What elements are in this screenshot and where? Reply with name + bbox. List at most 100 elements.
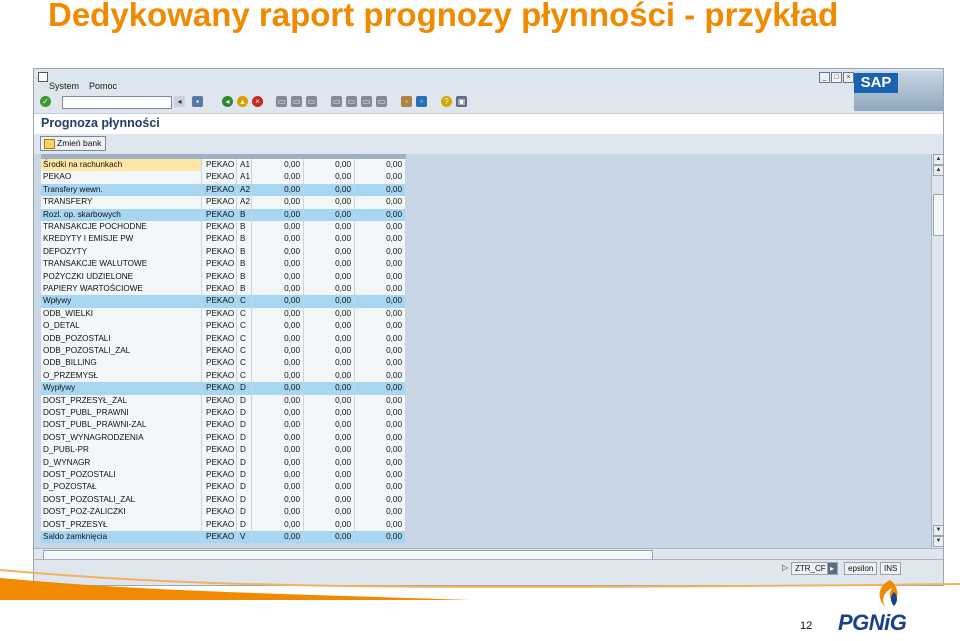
table-row[interactable]: TRANSFERY PEKAO A2 0,00 0,00 0,00 xyxy=(41,196,406,209)
row-value-1: 0,00 xyxy=(252,357,304,370)
row-bank: PEKAO xyxy=(202,258,237,271)
row-bank: PEKAO xyxy=(202,320,237,333)
command-field[interactable] xyxy=(62,96,172,109)
menu-system[interactable]: System xyxy=(49,81,79,91)
table-row[interactable]: O_DETAL PEKAO C 0,00 0,00 0,00 xyxy=(41,320,406,333)
help-icon[interactable]: ? xyxy=(441,96,452,107)
table-row[interactable]: DOST_POZOSTALI_ZAL PEKAO D 0,00 0,00 0,00 xyxy=(41,493,406,507)
row-value-2: 0,00 xyxy=(304,270,355,283)
row-value-3: 0,00 xyxy=(355,183,406,197)
cancel-icon[interactable]: × xyxy=(252,96,263,107)
row-value-2: 0,00 xyxy=(304,493,355,507)
row-group: B xyxy=(237,283,252,296)
row-value-3: 0,00 xyxy=(355,295,406,308)
row-value-3: 0,00 xyxy=(355,345,406,358)
last-page-icon[interactable]: ▭ xyxy=(376,96,387,107)
table-row[interactable]: D_WYNAGR PEKAO D 0,00 0,00 0,00 xyxy=(41,456,406,469)
row-name: ODB_WIELKI xyxy=(41,307,202,321)
find-next-icon[interactable]: ▭ xyxy=(306,96,317,107)
table-row[interactable]: Transfery wewn. PEKAO A2 0,00 0,00 0,00 xyxy=(41,183,406,197)
row-value-1: 0,00 xyxy=(252,382,304,395)
row-value-2: 0,00 xyxy=(304,369,355,383)
table-row[interactable]: Wypływy PEKAO D 0,00 0,00 0,00 xyxy=(41,382,406,395)
table-row[interactable]: D_PUBL-PR PEKAO D 0,00 0,00 0,00 xyxy=(41,444,406,457)
row-value-3: 0,00 xyxy=(355,444,406,457)
row-name: DOST_WYNAGRODZENIA xyxy=(41,431,202,445)
save-icon[interactable]: ▪ xyxy=(192,96,203,107)
menu-icon[interactable] xyxy=(38,72,48,82)
table-row[interactable]: O_PRZEMYSŁ PEKAO C 0,00 0,00 0,00 xyxy=(41,369,406,383)
change-bank-button[interactable]: Zmień bank xyxy=(40,136,107,151)
row-name: O_PRZEMYSŁ xyxy=(41,369,202,383)
table-row[interactable]: TRANSAKCJE POCHODNE PEKAO B 0,00 0,00 0,00 xyxy=(41,221,406,234)
back-arrow-icon[interactable]: ◂ xyxy=(174,96,185,107)
previous-page-icon[interactable]: ▭ xyxy=(346,96,357,107)
table-row[interactable]: DOST_POZOSTALI PEKAO D 0,00 0,00 0,00 xyxy=(41,469,406,482)
row-name: O_DETAL xyxy=(41,320,202,333)
print-icon[interactable]: ▭ xyxy=(276,96,287,107)
row-value-1: 0,00 xyxy=(252,345,304,358)
scroll-up-icon[interactable]: ▲ xyxy=(933,154,943,165)
table-row[interactable]: KREDYTY I EMISJE PW PEKAO B 0,00 0,00 0,00 xyxy=(41,233,406,246)
table-row[interactable]: ODB_POZOSTALI PEKAO C 0,00 0,00 0,00 xyxy=(41,332,406,345)
row-bank: PEKAO xyxy=(202,171,237,184)
menu-pomoc[interactable]: Pomoc xyxy=(89,81,117,91)
table-row[interactable]: ODB_WIELKI PEKAO C 0,00 0,00 0,00 xyxy=(41,307,406,321)
next-page-icon[interactable]: ▭ xyxy=(361,96,372,107)
exit-icon[interactable]: ▴ xyxy=(237,96,248,107)
vertical-scroll-thumb[interactable] xyxy=(933,194,943,236)
layout-icon[interactable]: ▣ xyxy=(456,96,467,107)
table-row[interactable]: DOST_PUBL_PRAWNI-ZAL PEKAO D 0,00 0,00 0,00 xyxy=(41,419,406,432)
row-bank: PEKAO xyxy=(202,394,237,407)
table-row[interactable]: DOST_PUBL_PRAWNI PEKAO D 0,00 0,00 0,00 xyxy=(41,407,406,420)
table-row[interactable]: TRANSAKCJE WALUTOWE PEKAO B 0,00 0,00 0,00 xyxy=(41,258,406,271)
row-group: D xyxy=(237,518,252,531)
row-group: C xyxy=(237,307,252,321)
row-bank: PEKAO xyxy=(202,295,237,308)
row-group: A2 xyxy=(237,196,252,209)
row-name: Rozl. op. skarbowych xyxy=(41,208,202,221)
row-value-2: 0,00 xyxy=(304,196,355,209)
new-session-icon[interactable]: ▫ xyxy=(401,96,412,107)
table-row[interactable]: DEPOZYTY PEKAO B 0,00 0,00 0,00 xyxy=(41,245,406,259)
bank-icon xyxy=(44,139,55,149)
table-row[interactable]: D_POZOSTAŁ PEKAO D 0,00 0,00 0,00 xyxy=(41,481,406,494)
table-row[interactable]: PAPIERY WARTOŚCIOWE PEKAO B 0,00 0,00 0,00 xyxy=(41,283,406,296)
enter-icon[interactable]: ✓ xyxy=(40,96,51,107)
table-row[interactable]: Rozl. op. skarbowych PEKAO B 0,00 0,00 0,00 xyxy=(41,208,406,221)
table-row[interactable]: DOST_POZ-ZALICZKI PEKAO D 0,00 0,00 0,00 xyxy=(41,506,406,519)
scroll-up-icon-2[interactable]: ▲ xyxy=(933,165,943,176)
table-row[interactable]: DOST_PRZESYŁ_ZAL PEKAO D 0,00 0,00 0,00 xyxy=(41,394,406,407)
table-row[interactable]: ODB_BILLING PEKAO C 0,00 0,00 0,00 xyxy=(41,357,406,370)
row-name: POŻYCZKI UDZIELONE xyxy=(41,270,202,283)
row-value-3: 0,00 xyxy=(355,221,406,234)
row-value-1: 0,00 xyxy=(252,332,304,345)
table-row[interactable]: DOST_PRZESYŁ PEKAO D 0,00 0,00 0,00 xyxy=(41,518,406,531)
table-row[interactable]: ODB_POZOSTALI_ZAL PEKAO C 0,00 0,00 0,00 xyxy=(41,345,406,358)
row-bank: PEKAO xyxy=(202,419,237,432)
vertical-scrollbar[interactable]: ▲ ▲ ▼ ▼ xyxy=(931,154,943,548)
table-row[interactable]: DOST_WYNAGRODZENIA PEKAO D 0,00 0,00 0,00 xyxy=(41,431,406,445)
row-bank: PEKAO xyxy=(202,357,237,370)
back-icon[interactable]: ◂ xyxy=(222,96,233,107)
row-value-2: 0,00 xyxy=(304,221,355,234)
row-group: B xyxy=(237,270,252,283)
find-icon[interactable]: ▭ xyxy=(291,96,302,107)
row-bank: PEKAO xyxy=(202,493,237,507)
row-value-1: 0,00 xyxy=(252,221,304,234)
table-row[interactable]: Wpływy PEKAO C 0,00 0,00 0,00 xyxy=(41,295,406,308)
minimize-icon[interactable]: _ xyxy=(819,72,830,83)
row-name: D_POZOSTAŁ xyxy=(41,481,202,494)
shortcut-icon[interactable]: ▫ xyxy=(416,96,427,107)
table-row[interactable]: Środki na rachunkach PEKAO A1 0,00 0,00 0,00 xyxy=(41,159,406,172)
first-page-icon[interactable]: ▭ xyxy=(331,96,342,107)
maximize-icon[interactable]: □ xyxy=(831,72,842,83)
row-value-1: 0,00 xyxy=(252,208,304,221)
table-row[interactable]: PEKAO PEKAO A1 0,00 0,00 0,00 xyxy=(41,171,406,184)
row-name: PEKAO xyxy=(41,171,202,184)
row-value-1: 0,00 xyxy=(252,233,304,246)
row-name: ODB_POZOSTALI_ZAL xyxy=(41,345,202,358)
close-icon[interactable]: × xyxy=(843,72,854,83)
scroll-down-icon[interactable]: ▼ xyxy=(933,525,943,536)
table-row[interactable]: POŻYCZKI UDZIELONE PEKAO B 0,00 0,00 0,00 xyxy=(41,270,406,283)
